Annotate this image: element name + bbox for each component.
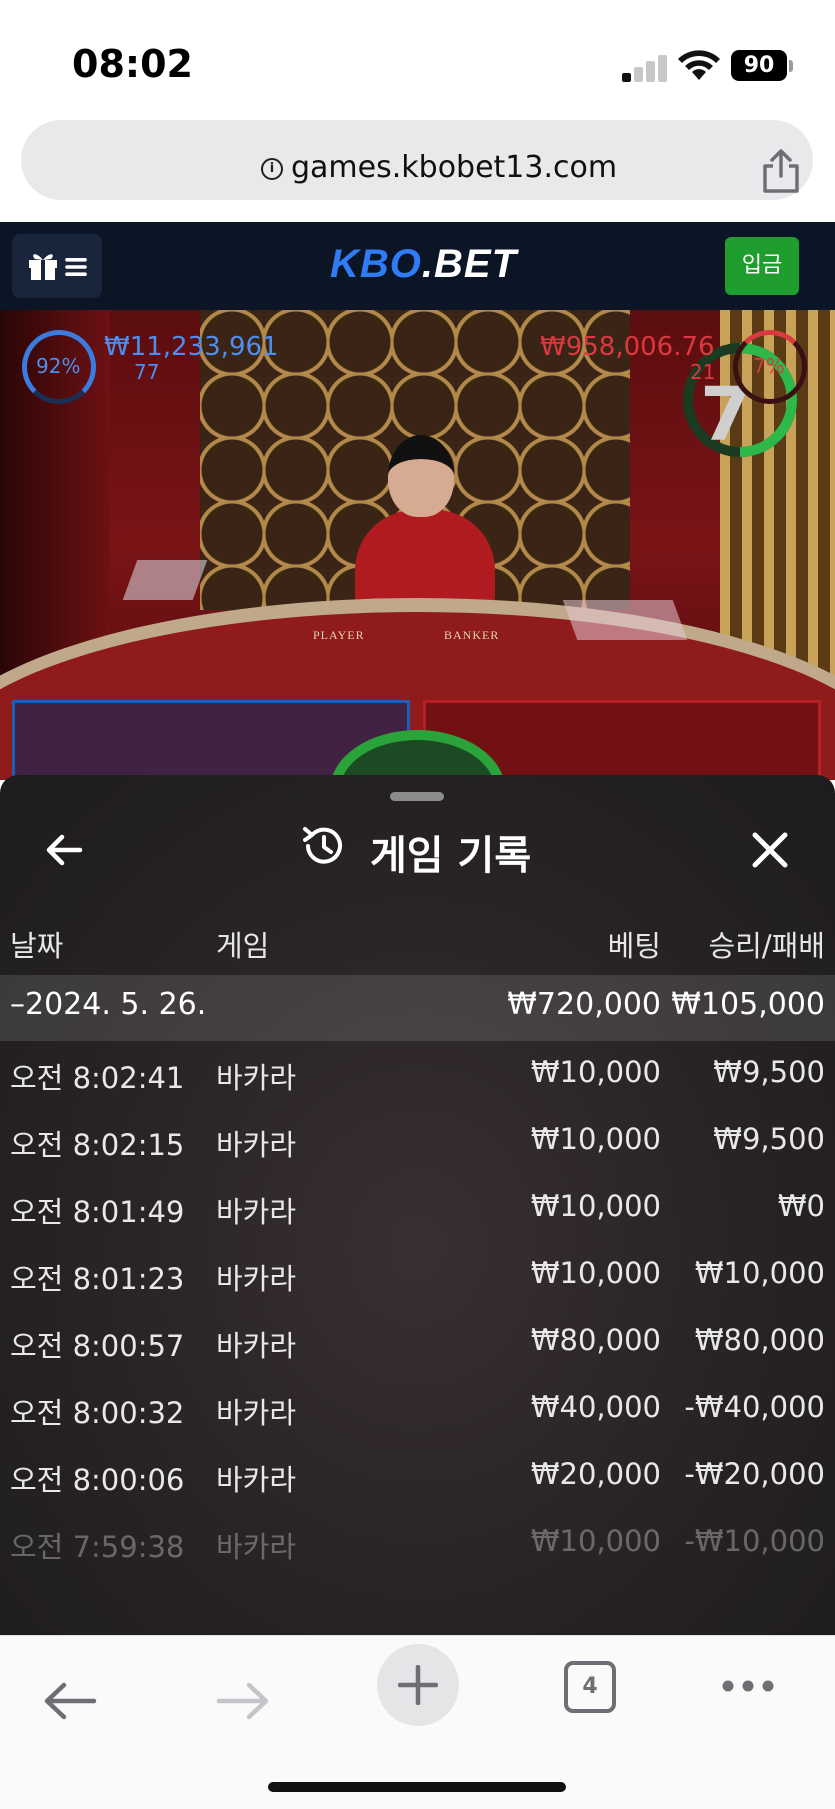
deposit-button[interactable]: 입금 — [725, 237, 799, 295]
hamburger-icon — [65, 258, 87, 276]
browser-address-area: i games.kbobet13.com — [0, 110, 835, 222]
row-bet: ₩10,000 — [530, 1055, 661, 1089]
table-player-label: PLAYER — [313, 628, 365, 642]
close-icon[interactable] — [745, 825, 795, 875]
player-percent: 92% — [36, 354, 81, 378]
wifi-icon — [678, 50, 720, 80]
row-game: 바카라 — [216, 1463, 297, 1497]
summary-win-loss-total: ₩105,000 — [671, 987, 825, 1022]
home-indicator[interactable] — [268, 1782, 566, 1792]
summary-date: –2024. 5. 26. — [10, 987, 207, 1022]
row-game: 바카라 — [216, 1530, 297, 1564]
site-header: KBO.BET 입금 — [0, 222, 835, 310]
row-bet: ₩40,000 — [530, 1390, 661, 1424]
address-bar[interactable]: i games.kbobet13.com — [21, 120, 813, 200]
url-text[interactable]: games.kbobet13.com — [291, 150, 617, 185]
column-header-game: 게임 — [216, 929, 270, 963]
logo-bet: .BET — [421, 242, 518, 286]
back-arrow-icon[interactable] — [40, 825, 90, 875]
player-total-amount: ₩11,233,961 — [104, 332, 279, 362]
row-win-loss: ₩0 — [777, 1189, 825, 1223]
row-win-loss: ₩9,500 — [713, 1055, 825, 1089]
live-game-video: PLAYER BANKER 7 92% ₩11,233,961 77 ₩958,… — [0, 310, 835, 780]
table-banker-label: BANKER — [444, 628, 500, 642]
site-info-icon[interactable]: i — [261, 158, 283, 180]
row-game: 바카라 — [216, 1061, 297, 1095]
banker-total-amount: ₩958,006.76 — [540, 332, 715, 362]
history-row[interactable]: 오전 8:01:23 바카라 ₩10,000 ₩10,000 — [0, 1242, 835, 1309]
dealer-head — [388, 435, 454, 517]
history-row[interactable]: 오전 8:01:49 바카라 ₩10,000 ₩0 — [0, 1175, 835, 1242]
history-row[interactable]: 오전 8:02:15 바카라 ₩10,000 ₩9,500 — [0, 1108, 835, 1175]
battery-tip — [789, 60, 793, 72]
signal-bar — [622, 73, 631, 82]
row-win-loss: -₩10,000 — [684, 1524, 825, 1558]
tab-switcher-button[interactable]: 4 — [564, 1661, 616, 1713]
row-win-loss: -₩20,000 — [684, 1457, 825, 1491]
history-row[interactable]: 오전 8:00:57 바카라 ₩80,000 ₩80,000 — [0, 1309, 835, 1376]
signal-bar — [634, 67, 643, 82]
row-time: 오전 8:02:15 — [10, 1128, 185, 1162]
status-time: 08:02 — [72, 42, 193, 86]
history-icon — [303, 827, 342, 864]
summary-bet-total: ₩720,000 — [507, 987, 661, 1022]
row-bet: ₩10,000 — [530, 1189, 661, 1223]
row-win-loss: -₩40,000 — [684, 1390, 825, 1424]
row-game: 바카라 — [216, 1396, 297, 1430]
more-options-icon[interactable] — [720, 1666, 776, 1706]
column-header-win-loss: 승리/패배 — [708, 929, 826, 963]
signal-bar — [646, 61, 655, 82]
history-row[interactable]: 오전 8:00:32 바카라 ₩40,000 -₩40,000 — [0, 1376, 835, 1443]
sheet-grabber[interactable] — [390, 792, 444, 801]
share-icon[interactable] — [759, 148, 803, 194]
game-history-sheet: 게임 기록 날짜 게임 베팅 승리/패배 –2024. 5. 26. ₩720,… — [0, 775, 835, 1635]
status-bar: 08:02 90 — [0, 0, 835, 110]
battery-icon: 90 — [731, 50, 787, 81]
site-logo[interactable]: KBO.BET — [330, 242, 517, 287]
history-row[interactable]: 오전 8:02:41 바카라 ₩10,000 ₩9,500 — [0, 1041, 835, 1108]
row-time: 오전 8:01:49 — [10, 1195, 185, 1229]
card-discard-tray — [122, 560, 208, 600]
logo-kbo: KBO — [330, 242, 422, 286]
history-title: 게임 기록 — [370, 833, 532, 879]
row-win-loss: ₩80,000 — [694, 1323, 825, 1357]
row-win-loss: ₩9,500 — [713, 1122, 825, 1156]
history-rows: 오전 8:02:41 바카라 ₩10,000 ₩9,500 오전 8:02:15… — [0, 1041, 835, 1577]
row-win-loss: ₩10,000 — [694, 1256, 825, 1290]
row-game: 바카라 — [216, 1128, 297, 1162]
row-time: 오전 8:00:57 — [10, 1329, 185, 1363]
row-game: 바카라 — [216, 1329, 297, 1363]
gift-icon — [29, 254, 57, 280]
card-shoe — [562, 600, 688, 640]
date-summary-row[interactable]: –2024. 5. 26. ₩720,000 ₩105,000 — [0, 975, 835, 1041]
cellular-signal-icon — [622, 52, 668, 82]
signal-bar — [658, 55, 667, 82]
row-bet: ₩80,000 — [530, 1323, 661, 1357]
row-time: 오전 7:59:38 — [10, 1530, 185, 1564]
row-bet: ₩10,000 — [530, 1122, 661, 1156]
row-bet: ₩20,000 — [530, 1457, 661, 1491]
row-time: 오전 8:00:32 — [10, 1396, 185, 1430]
plus-icon — [398, 1665, 438, 1705]
row-time: 오전 8:00:06 — [10, 1463, 185, 1497]
row-time: 오전 8:01:23 — [10, 1262, 185, 1296]
column-header-date: 날짜 — [10, 929, 64, 963]
row-game: 바카라 — [216, 1195, 297, 1229]
browser-toolbar: 4 — [0, 1635, 835, 1809]
row-time: 오전 8:02:41 — [10, 1061, 185, 1095]
browser-back-icon[interactable] — [40, 1676, 100, 1726]
history-row[interactable]: 오전 8:00:06 바카라 ₩20,000 -₩20,000 — [0, 1443, 835, 1510]
row-bet: ₩10,000 — [530, 1524, 661, 1558]
new-tab-button[interactable] — [377, 1644, 459, 1726]
column-header-bet: 베팅 — [607, 929, 661, 963]
page: 08:02 90 i games.kbobet13.com KBO.BET 입금… — [0, 0, 835, 1809]
row-game: 바카라 — [216, 1262, 297, 1296]
player-bettor-count: 77 — [134, 360, 160, 384]
row-bet: ₩10,000 — [530, 1256, 661, 1290]
browser-forward-icon[interactable] — [213, 1676, 273, 1726]
history-row[interactable]: 오전 7:59:38 바카라 ₩10,000 -₩10,000 — [0, 1510, 835, 1577]
banker-bettor-count: 21 — [690, 360, 716, 384]
banker-percent: 7% — [753, 354, 785, 378]
gift-menu-button[interactable] — [12, 234, 102, 298]
